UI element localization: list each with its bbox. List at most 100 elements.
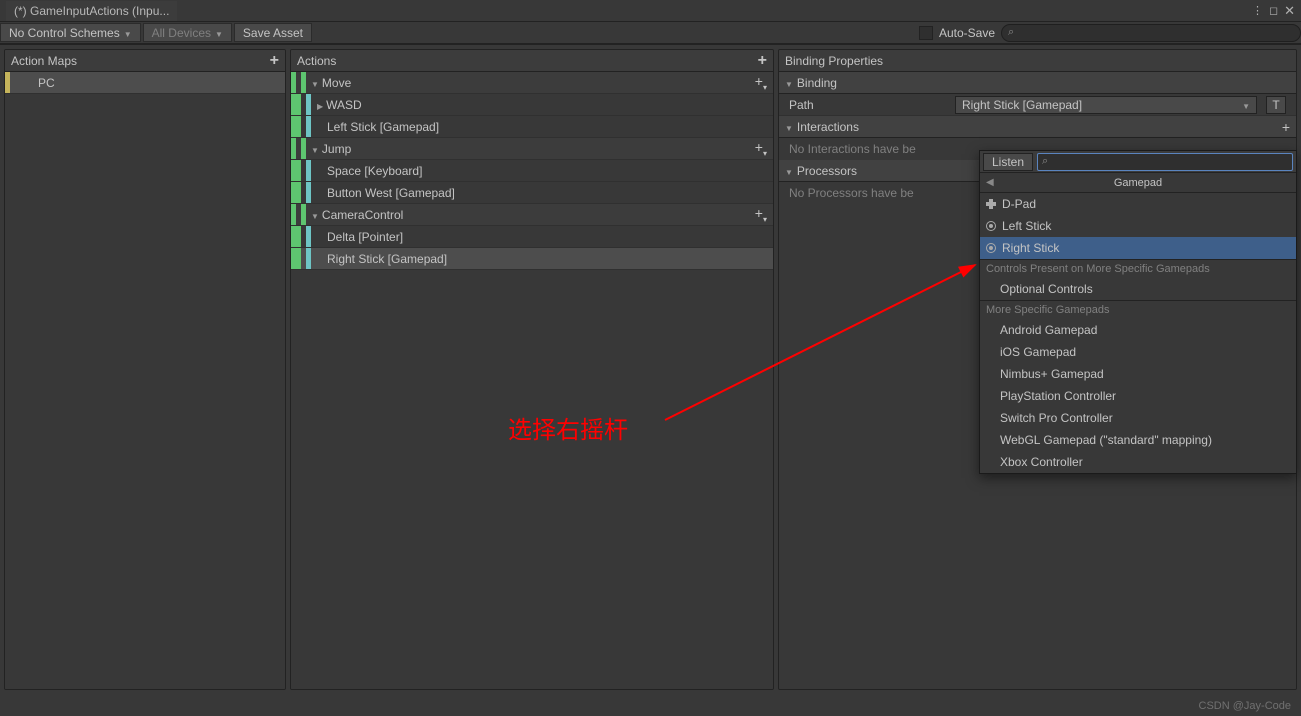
path-value: Right Stick [Gamepad]	[962, 98, 1082, 112]
binding-label: Delta [Pointer]	[327, 230, 403, 244]
devices-label: All Devices	[152, 26, 211, 40]
popup-item-label: D-Pad	[1002, 197, 1036, 211]
popup-item[interactable]: Xbox Controller	[980, 451, 1296, 473]
stick-icon	[986, 243, 996, 253]
chevron-down-icon	[1242, 98, 1250, 112]
foldout-icon	[785, 76, 793, 90]
binding-section-header[interactable]: Binding	[779, 72, 1296, 94]
maximize-icon[interactable]: ◻	[1269, 4, 1278, 17]
foldout-icon	[317, 98, 323, 112]
binding-label: Left Stick [Gamepad]	[327, 120, 439, 134]
chevron-down-icon	[215, 26, 223, 40]
popup-item[interactable]: Android Gamepad	[980, 319, 1296, 341]
popup-item[interactable]: iOS Gamepad	[980, 341, 1296, 363]
control-schemes-label: No Control Schemes	[9, 26, 120, 40]
actions-title: Actions	[297, 54, 336, 68]
action-maps-panel: Action Maps + PC	[4, 49, 286, 690]
popup-item[interactable]: Optional Controls	[980, 278, 1296, 300]
binding-section-label: Binding	[797, 76, 837, 90]
binding-label: Button West [Gamepad]	[327, 186, 455, 200]
popup-item-label: Android Gamepad	[1000, 323, 1097, 337]
binding-row[interactable]: Space [Keyboard]	[291, 160, 773, 182]
control-schemes-dropdown[interactable]: No Control Schemes	[0, 23, 141, 42]
popup-item[interactable]: Nimbus+ Gamepad	[980, 363, 1296, 385]
popup-breadcrumb[interactable]: ◀ Gamepad	[980, 173, 1296, 193]
close-icon[interactable]: ✕	[1284, 3, 1295, 19]
actions-panel: Actions + Move +▾ WASD Left Stick [Gamepad]…	[290, 49, 774, 690]
popup-item-label: Optional Controls	[1000, 282, 1093, 296]
path-picker-popup: Listen ⌕ ◀ Gamepad D-Pad Left Stick Right …	[979, 150, 1297, 474]
popup-item-label: Right Stick	[1002, 241, 1059, 255]
popup-item-label: Xbox Controller	[1000, 455, 1083, 469]
binding-row[interactable]: WASD	[291, 94, 773, 116]
binding-label: Right Stick [Gamepad]	[327, 252, 447, 266]
window-titlebar: (*) GameInputActions (Inpu... ⋮ ◻ ✕	[0, 0, 1301, 22]
foldout-icon	[311, 208, 319, 222]
path-text-toggle[interactable]: T	[1266, 96, 1286, 114]
watermark: CSDN @Jay-Code	[1199, 700, 1291, 712]
add-binding-button[interactable]: +▾	[755, 73, 767, 92]
action-maps-title: Action Maps	[11, 54, 77, 68]
popup-item[interactable]: Left Stick	[980, 215, 1296, 237]
binding-row[interactable]: Button West [Gamepad]	[291, 182, 773, 204]
search-icon: ⌕	[1008, 26, 1014, 39]
foldout-icon	[785, 164, 793, 178]
search-icon: ⌕	[1042, 155, 1048, 168]
popup-group-header: Controls Present on More Specific Gamepa…	[980, 259, 1296, 278]
toolbar: No Control Schemes All Devices Save Asse…	[0, 22, 1301, 44]
add-binding-button[interactable]: +▾	[755, 139, 767, 158]
path-dropdown[interactable]: Right Stick [Gamepad]	[955, 96, 1257, 114]
popup-item-label: iOS Gamepad	[1000, 345, 1076, 359]
add-action-map-button[interactable]: +	[270, 52, 279, 70]
popup-item[interactable]: PlayStation Controller	[980, 385, 1296, 407]
action-row[interactable]: Jump +▾	[291, 138, 773, 160]
back-icon[interactable]: ◀	[986, 177, 994, 188]
action-label: Move	[322, 76, 351, 90]
stick-icon	[986, 221, 996, 231]
popup-item-label: Left Stick	[1002, 219, 1051, 233]
foldout-icon	[311, 142, 319, 156]
action-map-label: PC	[10, 76, 55, 90]
toolbar-search[interactable]: ⌕	[1001, 24, 1301, 42]
interactions-section-label: Interactions	[797, 120, 859, 134]
path-label: Path	[789, 98, 949, 112]
window-tab[interactable]: (*) GameInputActions (Inpu...	[6, 1, 177, 21]
binding-row[interactable]: Right Stick [Gamepad]	[291, 248, 773, 270]
add-binding-button[interactable]: +▾	[755, 205, 767, 224]
save-asset-button[interactable]: Save Asset	[234, 23, 312, 42]
action-row[interactable]: Move +▾	[291, 72, 773, 94]
popup-item-label: Switch Pro Controller	[1000, 411, 1113, 425]
add-interaction-button[interactable]: +	[1282, 119, 1290, 135]
binding-label: Space [Keyboard]	[327, 164, 422, 178]
popup-item[interactable]: Switch Pro Controller	[980, 407, 1296, 429]
chevron-down-icon	[124, 26, 132, 40]
binding-label: WASD	[326, 98, 362, 112]
auto-save-label: Auto-Save	[939, 26, 995, 40]
binding-properties-title: Binding Properties	[785, 54, 883, 68]
listen-button[interactable]: Listen	[983, 153, 1033, 171]
add-action-button[interactable]: +	[758, 52, 767, 70]
action-label: Jump	[322, 142, 351, 156]
binding-row[interactable]: Left Stick [Gamepad]	[291, 116, 773, 138]
popup-item-label: Nimbus+ Gamepad	[1000, 367, 1104, 381]
popup-breadcrumb-label: Gamepad	[1114, 177, 1162, 189]
more-icon[interactable]: ⋮	[1252, 4, 1263, 17]
foldout-icon	[311, 76, 319, 90]
interactions-section-header[interactable]: Interactions +	[779, 116, 1296, 138]
action-row[interactable]: CameraControl +▾	[291, 204, 773, 226]
action-map-row[interactable]: PC	[5, 72, 285, 94]
popup-search[interactable]: ⌕	[1037, 153, 1293, 171]
action-label: CameraControl	[322, 208, 403, 222]
popup-item[interactable]: Right Stick	[980, 237, 1296, 259]
popup-item[interactable]: WebGL Gamepad ("standard" mapping)	[980, 429, 1296, 451]
popup-item-label: WebGL Gamepad ("standard" mapping)	[1000, 433, 1212, 447]
auto-save-checkbox[interactable]	[919, 26, 933, 40]
popup-item[interactable]: D-Pad	[980, 193, 1296, 215]
dpad-icon	[986, 199, 996, 209]
processors-section-label: Processors	[797, 164, 857, 178]
popup-group-header: More Specific Gamepads	[980, 300, 1296, 319]
devices-dropdown[interactable]: All Devices	[143, 23, 232, 42]
popup-item-label: PlayStation Controller	[1000, 389, 1116, 403]
foldout-icon	[785, 120, 793, 134]
binding-row[interactable]: Delta [Pointer]	[291, 226, 773, 248]
